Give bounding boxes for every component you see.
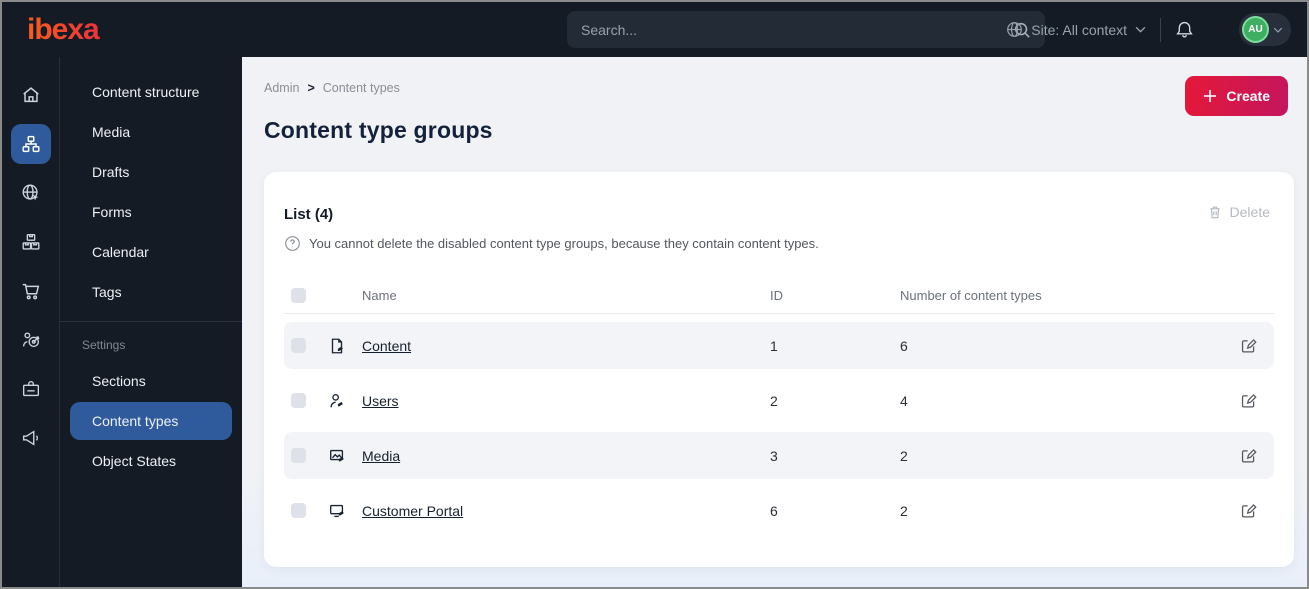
create-button[interactable]: Create (1185, 76, 1288, 116)
table-row: Users 2 4 (284, 377, 1274, 424)
sidebar-item-content-types[interactable]: Content types (70, 402, 232, 440)
create-button-label: Create (1226, 88, 1270, 104)
global-search[interactable] (567, 11, 1045, 48)
menu-divider (60, 321, 242, 322)
file-edit-icon (328, 337, 362, 355)
breadcrumb-admin[interactable]: Admin (264, 81, 299, 95)
column-id: ID (770, 288, 783, 303)
sidebar-item-content-structure[interactable]: Content structure (70, 73, 232, 111)
table-row: Media 3 2 (284, 432, 1274, 479)
group-name-link[interactable]: Users (362, 393, 770, 409)
sidebar-item-calendar[interactable]: Calendar (70, 233, 232, 271)
breadcrumb: Admin > Content types (242, 57, 1307, 95)
table-header: Name ID Number of content types (284, 278, 1274, 314)
commerce-cart-icon[interactable] (11, 271, 51, 311)
marketing-megaphone-icon[interactable] (11, 418, 51, 458)
column-count: Number of content types (900, 288, 1042, 303)
list-card: List (4) You cannot delete the disabled … (264, 172, 1294, 567)
group-count: 6 (900, 337, 908, 354)
icon-rail (2, 57, 60, 587)
group-id: 1 (770, 337, 778, 354)
trash-icon (1207, 204, 1223, 220)
site-context-label: Site: All context (1031, 21, 1127, 38)
group-name-link[interactable]: Customer Portal (362, 503, 770, 519)
group-id: 2 (770, 392, 778, 409)
table-row: Content 1 6 (284, 322, 1274, 369)
breadcrumb-separator: > (307, 81, 315, 95)
sidebar-menu: Content structure Media Drafts Forms Cal… (60, 57, 242, 587)
delete-button-label: Delete (1229, 204, 1270, 220)
group-id: 3 (770, 447, 778, 464)
app-grid-icon[interactable] (1208, 21, 1225, 38)
sidebar-item-media[interactable]: Media (70, 113, 232, 151)
corporate-badge-icon[interactable] (11, 369, 51, 409)
topbar-divider (1160, 17, 1161, 42)
edit-icon[interactable] (1240, 447, 1274, 464)
chevron-down-icon (1273, 27, 1283, 33)
edit-icon[interactable] (1240, 502, 1274, 519)
page-title: Content type groups (264, 117, 493, 143)
column-name: Name (362, 288, 397, 303)
group-count: 2 (900, 447, 908, 464)
main-content: Admin > Content types Create Content typ… (242, 57, 1307, 587)
plus-icon (1203, 89, 1217, 103)
image-edit-icon (328, 447, 362, 465)
group-name-link[interactable]: Media (362, 448, 770, 464)
content-tree-icon[interactable] (10, 124, 51, 164)
select-all-checkbox[interactable] (291, 288, 306, 303)
group-count: 2 (900, 502, 908, 519)
edit-icon[interactable] (1240, 337, 1274, 354)
sidebar-item-sections[interactable]: Sections (70, 362, 232, 400)
user-menu[interactable]: AU (1239, 13, 1291, 46)
group-count: 4 (900, 392, 908, 409)
group-name-link[interactable]: Content (362, 338, 770, 354)
table-row: Customer Portal 6 2 (284, 487, 1274, 534)
breadcrumb-content-types[interactable]: Content types (323, 81, 400, 95)
row-checkbox[interactable] (291, 503, 306, 518)
ibexa-logo[interactable]: ibexa (2, 13, 242, 47)
home-icon[interactable] (11, 75, 51, 115)
sidebar-item-object-states[interactable]: Object States (70, 442, 232, 480)
site-context-selector[interactable]: Site: All context (1006, 21, 1146, 38)
products-icon[interactable] (11, 222, 51, 262)
app-window: ibexa Site: All context (0, 0, 1309, 589)
menu-section-settings: Settings (82, 338, 126, 352)
personalization-target-icon[interactable] (11, 320, 51, 360)
screen-edit-icon (328, 502, 362, 520)
sidebar-item-tags[interactable]: Tags (70, 273, 232, 311)
avatar[interactable]: AU (1242, 16, 1269, 43)
list-hint-text: You cannot delete the disabled content t… (309, 236, 819, 251)
group-id: 6 (770, 502, 778, 519)
row-checkbox[interactable] (291, 338, 306, 353)
list-title: List (4) (284, 206, 334, 223)
chevron-down-icon (1135, 26, 1146, 33)
delete-button[interactable]: Delete (1207, 204, 1270, 220)
sidebar-item-forms[interactable]: Forms (70, 193, 232, 231)
row-checkbox[interactable] (291, 448, 306, 463)
sidebar-item-drafts[interactable]: Drafts (70, 153, 232, 191)
notifications-bell-icon[interactable] (1175, 20, 1194, 39)
top-bar: ibexa Site: All context (2, 2, 1307, 57)
row-checkbox[interactable] (291, 393, 306, 408)
search-input[interactable] (581, 21, 1013, 38)
site-globe-icon[interactable] (11, 173, 51, 213)
list-hint: You cannot delete the disabled content t… (284, 235, 1274, 252)
content-type-groups-table: Name ID Number of content types Content … (284, 278, 1274, 534)
globe-icon (1006, 21, 1023, 38)
help-circle-icon (284, 235, 301, 252)
edit-icon[interactable] (1240, 392, 1274, 409)
user-edit-icon (328, 392, 362, 410)
